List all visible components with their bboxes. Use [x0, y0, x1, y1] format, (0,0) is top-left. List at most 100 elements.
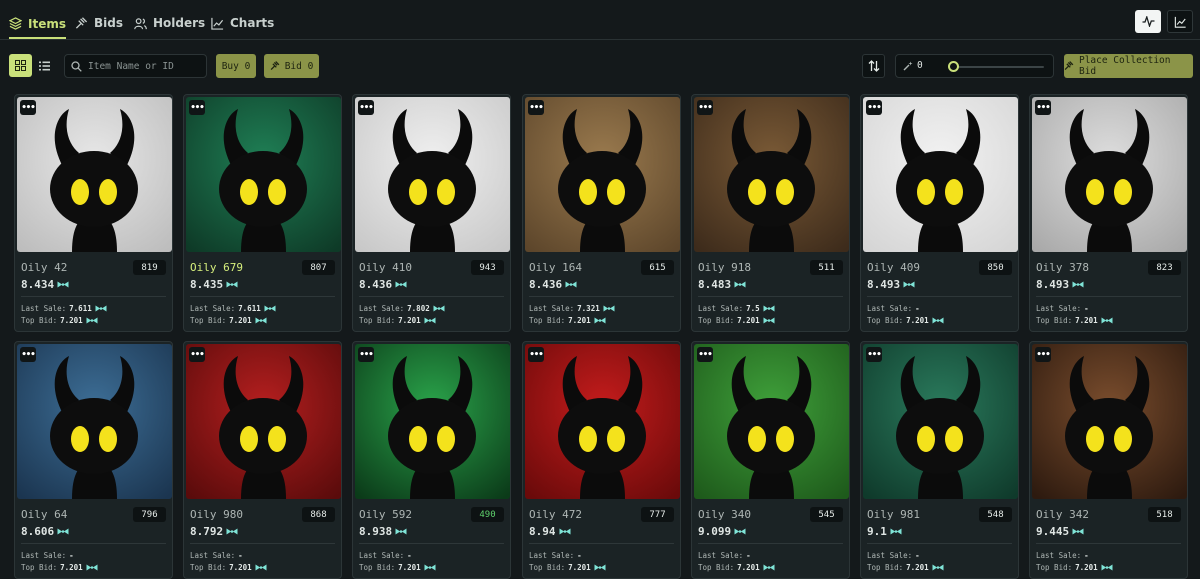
- tab-bids[interactable]: Bids: [75, 10, 123, 36]
- rarity-rank-badge: 511: [810, 260, 843, 275]
- slider-track[interactable]: [948, 66, 1044, 68]
- tab-holders[interactable]: Holders: [134, 10, 205, 36]
- price-value: 9.099: [698, 525, 732, 538]
- more-options-button[interactable]: •••: [358, 100, 374, 115]
- nft-card[interactable]: ••• Oily 980 868 8.792 Last Sale: - Top Bid: 7.…: [183, 341, 342, 579]
- card-image[interactable]: [863, 344, 1018, 499]
- top-bid-value: 7.201: [229, 563, 252, 572]
- nft-card[interactable]: ••• Oily 981 548 9.1 Last Sale: - Top Bid: 7.20…: [860, 341, 1019, 579]
- list-view-toggle[interactable]: [33, 54, 56, 77]
- tab-items[interactable]: Items: [9, 10, 66, 39]
- more-options-button[interactable]: •••: [866, 100, 882, 115]
- nft-card[interactable]: ••• Oily 472 777 8.94 Last Sale: - Top Bid: 7.2…: [522, 341, 681, 579]
- grid-view-toggle[interactable]: [9, 54, 32, 77]
- more-options-button[interactable]: •••: [1035, 347, 1051, 362]
- more-options-button[interactable]: •••: [866, 347, 882, 362]
- more-options-button[interactable]: •••: [189, 100, 205, 115]
- slider-handle[interactable]: [948, 61, 959, 72]
- top-bid-label: Top Bid:: [359, 316, 396, 325]
- bid-button[interactable]: Bid 0: [264, 54, 319, 78]
- item-name: Oily 679: [190, 261, 243, 274]
- more-options-button[interactable]: •••: [697, 347, 713, 362]
- nft-card[interactable]: ••• Oily 592 490 8.938 Last Sale: - Top Bid: 7.…: [352, 341, 511, 579]
- top-bid-value: 7.201: [568, 316, 591, 325]
- last-sale-value: -: [915, 304, 920, 313]
- more-options-button[interactable]: •••: [528, 100, 544, 115]
- nft-card[interactable]: ••• Oily 378 823 8.493 Last Sale: - Top Bid: 7.…: [1029, 94, 1188, 332]
- more-options-button[interactable]: •••: [358, 347, 374, 362]
- more-options-button[interactable]: •••: [697, 100, 713, 115]
- card-image[interactable]: [694, 344, 849, 499]
- top-bid-value: 7.201: [1075, 563, 1098, 572]
- card-image[interactable]: [1032, 344, 1187, 499]
- tab-charts[interactable]: Charts: [211, 10, 274, 36]
- rarity-rank-badge: 796: [133, 507, 166, 522]
- divider: [867, 543, 1012, 544]
- last-sale-label: Last Sale:: [1036, 304, 1082, 313]
- token-icon: [594, 564, 606, 571]
- top-bid-row: Top Bid: 7.201: [359, 316, 436, 325]
- buy-button[interactable]: Buy 0: [216, 54, 256, 78]
- top-bid-value: 7.201: [906, 316, 929, 325]
- card-image[interactable]: [186, 97, 341, 252]
- token-icon: [734, 281, 746, 288]
- nft-card[interactable]: ••• Oily 164 615 8.436 Last Sale: 7.321 Top Bi…: [522, 94, 681, 332]
- nft-card[interactable]: ••• Oily 42 819 8.434 Last Sale: 7.611 Top Bid…: [14, 94, 173, 332]
- creature-artwork: [863, 344, 1018, 499]
- nft-card[interactable]: ••• Oily 918 511 8.483 Last Sale: 7.5 Top Bid:…: [691, 94, 850, 332]
- item-price: 8.436: [359, 278, 407, 291]
- activity-view-button[interactable]: [1135, 10, 1161, 33]
- more-options-button[interactable]: •••: [189, 347, 205, 362]
- more-icon: •••: [190, 102, 204, 113]
- token-icon: [255, 317, 267, 324]
- more-options-button[interactable]: •••: [20, 100, 36, 115]
- price-value: 8.938: [359, 525, 393, 538]
- rarity-rank-badge: 943: [471, 260, 504, 275]
- card-image[interactable]: [863, 97, 1018, 252]
- place-collection-bid-button[interactable]: Place Collection Bid: [1064, 54, 1193, 78]
- last-sale-value: 7.802: [407, 304, 430, 313]
- nft-card[interactable]: ••• Oily 340 545 9.099 Last Sale: - Top Bid: 7.…: [691, 341, 850, 579]
- nft-card[interactable]: ••• Oily 409 850 8.493 Last Sale: - Top Bid: 7.…: [860, 94, 1019, 332]
- rarity-rank-badge: 615: [641, 260, 674, 275]
- top-bid-label: Top Bid:: [698, 563, 735, 572]
- card-image[interactable]: [355, 97, 510, 252]
- price-value: 8.792: [190, 525, 224, 538]
- card-image[interactable]: [355, 344, 510, 499]
- top-bid-row: Top Bid: 7.201: [529, 563, 606, 572]
- token-icon: [57, 528, 69, 535]
- nft-card[interactable]: ••• Oily 64 796 8.606 Last Sale: - Top Bid: 7.2…: [14, 341, 173, 579]
- card-image[interactable]: [525, 97, 680, 252]
- item-name: Oily 410: [359, 261, 412, 274]
- nft-card[interactable]: ••• Oily 342 518 9.445 Last Sale: - Top Bid: 7.…: [1029, 341, 1188, 579]
- more-options-button[interactable]: •••: [528, 347, 544, 362]
- chart-view-button[interactable]: [1167, 10, 1193, 33]
- card-image[interactable]: [186, 344, 341, 499]
- nft-card[interactable]: ••• Oily 679 807 8.435 Last Sale: 7.611 Top Bi…: [183, 94, 342, 332]
- price-value: 9.1: [867, 525, 887, 538]
- top-bid-value: 7.201: [60, 563, 83, 572]
- card-image[interactable]: [694, 97, 849, 252]
- last-sale-value: -: [746, 551, 751, 560]
- search-input[interactable]: [88, 60, 198, 72]
- top-bid-row: Top Bid: 7.201: [190, 563, 267, 572]
- line-chart-icon: [211, 17, 224, 30]
- price-value: 8.436: [359, 278, 393, 291]
- nft-card[interactable]: ••• Oily 410 943 8.436 Last Sale: 7.802 Top Bi…: [352, 94, 511, 332]
- last-sale-value: 7.5: [746, 304, 760, 313]
- token-icon: [395, 528, 407, 535]
- card-image[interactable]: [17, 344, 172, 499]
- token-icon: [565, 281, 577, 288]
- last-sale-row: Last Sale: -: [1036, 551, 1089, 560]
- last-sale-value: 7.611: [238, 304, 261, 313]
- divider: [698, 296, 843, 297]
- more-options-button[interactable]: •••: [1035, 100, 1051, 115]
- last-sale-label: Last Sale:: [529, 304, 575, 313]
- more-options-button[interactable]: •••: [20, 347, 36, 362]
- card-image[interactable]: [525, 344, 680, 499]
- item-price: 9.099: [698, 525, 746, 538]
- sort-button[interactable]: [862, 54, 885, 78]
- card-image[interactable]: [17, 97, 172, 252]
- item-name: Oily 980: [190, 508, 243, 521]
- card-image[interactable]: [1032, 97, 1187, 252]
